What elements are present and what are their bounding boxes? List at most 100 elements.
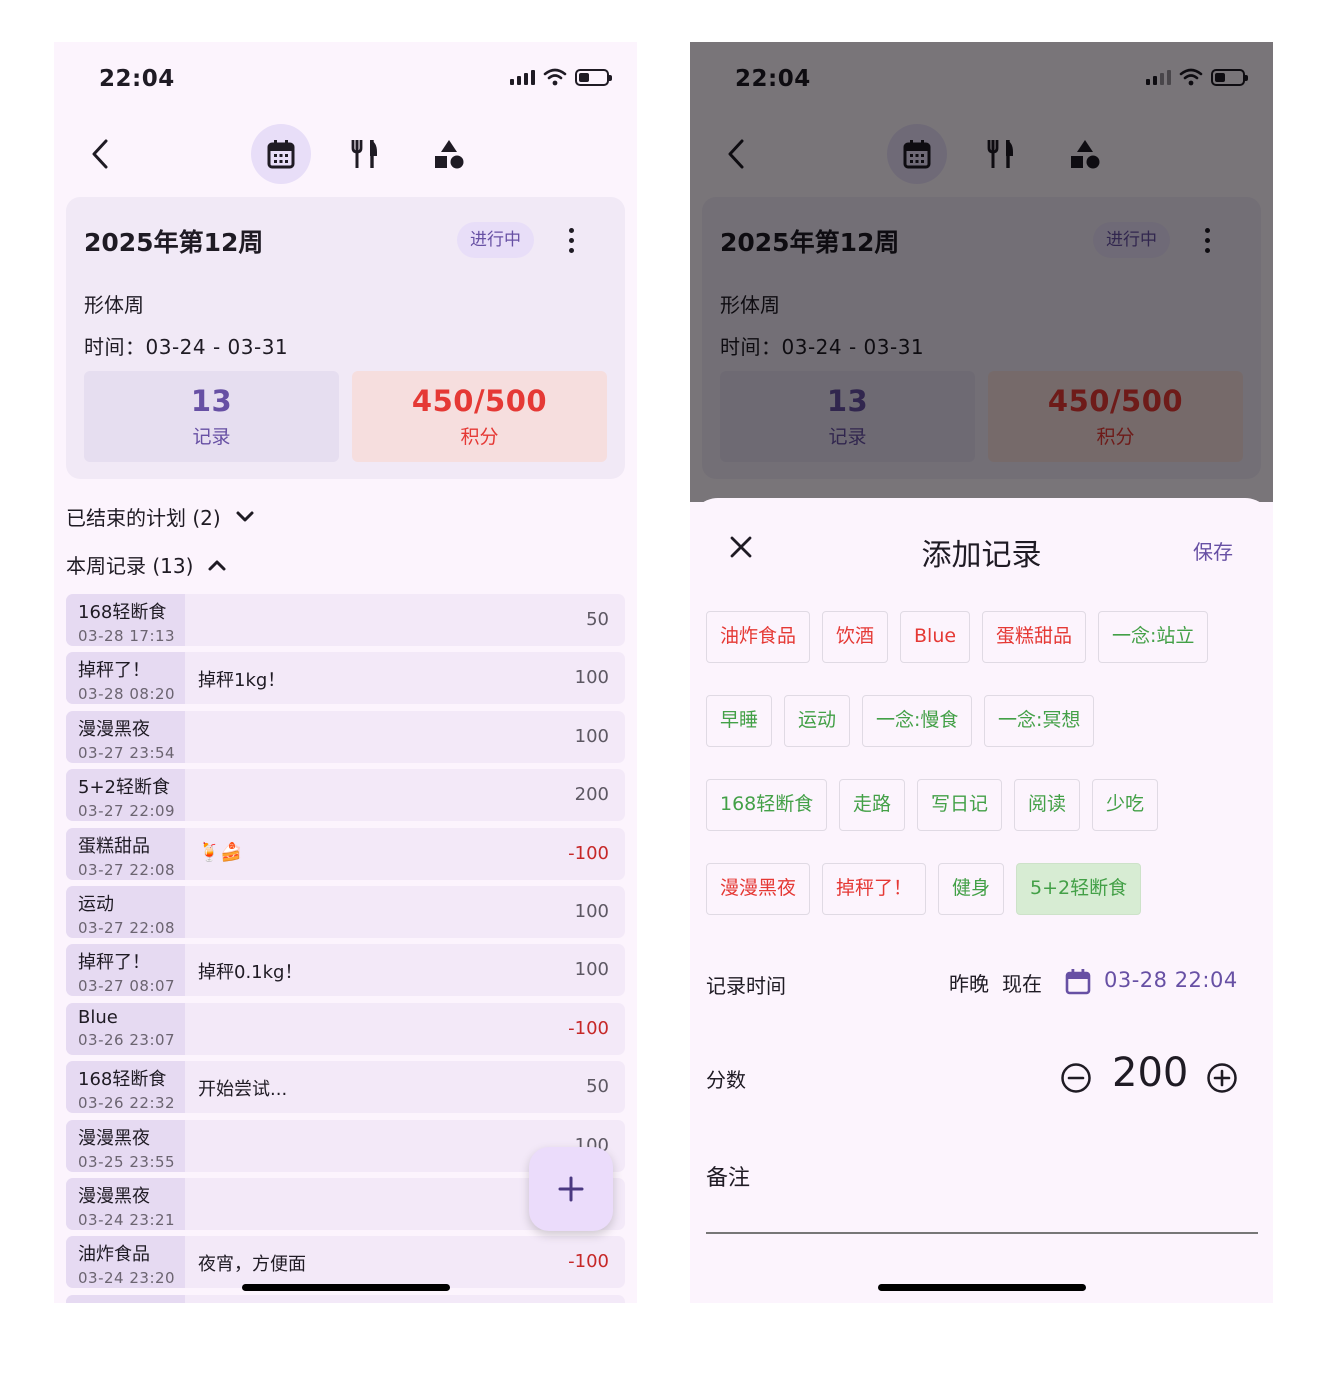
record-score: -100 — [568, 1017, 609, 1039]
add-record-fab[interactable] — [529, 1147, 613, 1231]
record-row[interactable]: 油炸食品 — [66, 1294, 625, 1304]
record-score: 50 — [586, 609, 609, 630]
modal-scrim[interactable] — [690, 42, 1273, 502]
tag-chip[interactable]: 漫漫黑夜 — [706, 863, 811, 915]
record-row[interactable]: 掉秤了！ 03-27 08:07 掉秤0.1kg！ 100 — [66, 944, 625, 997]
chevron-left-icon — [92, 139, 108, 169]
record-meta: 运动 03-27 22:08 — [66, 886, 185, 938]
phone-screen-add-record: 22:04 2025年第12周 进行中 形体周 时间：03-24 - 03-31… — [690, 42, 1273, 1303]
tag-chip[interactable]: 油炸食品 — [706, 611, 811, 663]
record-score: 100 — [574, 901, 609, 922]
record-time: 03-28 08:20 — [78, 685, 176, 704]
status-badge: 进行中 — [457, 222, 534, 258]
tag-chip[interactable]: 一念:站立 — [1098, 611, 1209, 663]
shapes-icon — [435, 140, 464, 169]
record-name: 油炸食品 — [78, 1244, 150, 1266]
record-meta: 168轻断食 03-28 17:13 — [66, 594, 185, 646]
record-name: 168轻断食 — [78, 602, 167, 623]
record-meta: 油炸食品 03-24 23:20 — [66, 1236, 185, 1289]
chevron-down-icon — [236, 511, 254, 521]
tab-restaurant[interactable] — [335, 124, 395, 184]
record-score: 100 — [574, 667, 609, 689]
home-indicator — [878, 1284, 1086, 1291]
record-row[interactable]: 油炸食品 03-24 23:20 夜宵，方便面 -100 — [66, 1236, 625, 1289]
minus-circle-icon[interactable] — [1060, 1062, 1092, 1094]
record-note: 夜宵，方便面 — [198, 1254, 306, 1276]
tag-chip[interactable]: 健身 — [938, 863, 1005, 915]
record-score: -100 — [568, 842, 609, 864]
record-score: 200 — [574, 784, 609, 806]
record-note: 开始尝试... — [198, 1079, 288, 1101]
record-time: 03-24 23:20 — [78, 1269, 176, 1288]
tag-chip[interactable]: 饮酒 — [822, 611, 889, 663]
record-meta: 168轻断食 03-26 22:32 — [66, 1061, 185, 1114]
tag-chip[interactable]: 少吃 — [1092, 779, 1159, 831]
tab-categories[interactable] — [419, 124, 479, 184]
records-count-label: 记录 — [192, 426, 231, 448]
records-count-stat: 13 记录 — [84, 371, 339, 462]
week-card[interactable]: 2025年第12周 进行中 形体周 时间：03-24 - 03-31 13 记录… — [66, 197, 625, 479]
tag-chip[interactable]: 蛋糕甜品 — [982, 611, 1087, 663]
tag-chip[interactable]: 一念:慢食 — [862, 695, 973, 747]
record-time: 03-27 22:09 — [78, 802, 176, 821]
record-name: 漫漫黑夜 — [78, 1186, 150, 1207]
top-nav — [54, 124, 637, 184]
this-week-records-toggle[interactable]: 本周记录 (13) — [66, 550, 227, 579]
home-indicator — [242, 1284, 450, 1291]
time-option-last-night[interactable]: 昨晚 — [949, 968, 989, 997]
back-button[interactable] — [82, 136, 118, 172]
status-time: 22:04 — [99, 66, 175, 92]
record-name: 蛋糕甜品 — [78, 835, 150, 857]
tag-chip[interactable]: 5+2轻断食 — [1016, 863, 1142, 915]
tag-chip[interactable]: 阅读 — [1014, 779, 1081, 831]
week-title: 2025年第12周 — [84, 228, 264, 257]
record-meta: 漫漫黑夜 03-24 23:21 — [66, 1178, 185, 1230]
record-row[interactable]: Blue 03-26 23:07 -100 — [66, 1002, 625, 1055]
more-options-button[interactable] — [556, 223, 586, 257]
time-option-now[interactable]: 现在 — [1002, 968, 1042, 997]
record-meta: 蛋糕甜品 03-27 22:08 — [66, 827, 185, 880]
record-time-label: 记录时间 — [706, 974, 786, 998]
plus-circle-icon[interactable] — [1206, 1062, 1238, 1094]
tag-chip[interactable]: 掉秤了！ — [822, 863, 927, 915]
record-time: 03-27 23:54 — [78, 743, 176, 762]
week-date-range: 时间：03-24 - 03-31 — [84, 335, 289, 359]
record-score: 100 — [574, 725, 609, 747]
record-name: 掉秤了！ — [78, 660, 150, 682]
sheet-title: 添加记录 — [921, 538, 1042, 573]
record-note: 掉秤0.1kg！ — [198, 962, 303, 984]
note-input-underline[interactable] — [706, 1232, 1258, 1234]
record-name: 168轻断食 — [78, 1069, 167, 1091]
record-row[interactable]: 168轻断食 03-28 17:13 50 — [66, 594, 625, 646]
record-row[interactable]: 运动 03-27 22:08 100 — [66, 886, 625, 938]
record-row[interactable]: 5+2轻断食 03-27 22:09 200 — [66, 769, 625, 822]
record-time: 03-24 23:21 — [78, 1211, 176, 1229]
record-time: 03-27 22:08 — [78, 919, 176, 937]
record-name: Blue — [78, 1006, 118, 1028]
record-name: 油炸食品 — [78, 1299, 185, 1304]
calendar-icon[interactable] — [1065, 968, 1091, 996]
save-button[interactable]: 保存 — [1193, 536, 1233, 565]
record-row[interactable]: 漫漫黑夜 03-27 23:54 100 — [66, 710, 625, 763]
record-row[interactable]: 蛋糕甜品 03-27 22:08 🍹🍰 -100 — [66, 827, 625, 880]
record-row[interactable]: 掉秤了！ 03-28 08:20 掉秤1kg！ 100 — [66, 652, 625, 705]
record-score: 100 — [574, 959, 609, 981]
record-date-value[interactable]: 03-28 22:04 — [1104, 968, 1238, 992]
record-row[interactable]: 168轻断食 03-26 22:32 开始尝试... 50 — [66, 1061, 625, 1114]
tag-chip[interactable]: 168轻断食 — [706, 779, 828, 831]
chevron-up-icon — [208, 560, 226, 570]
tag-chip[interactable]: 走路 — [839, 779, 906, 831]
tag-chip[interactable]: 运动 — [784, 695, 851, 747]
ended-plans-toggle[interactable]: 已结束的计划 (2) — [66, 502, 255, 531]
plus-icon — [558, 1176, 584, 1202]
record-score: 50 — [586, 1076, 609, 1098]
tag-chip[interactable]: Blue — [900, 611, 971, 663]
record-meta: 掉秤了！ 03-28 08:20 — [66, 652, 185, 705]
tag-chip[interactable]: 写日记 — [917, 779, 1003, 831]
record-name: 漫漫黑夜 — [78, 718, 150, 740]
tag-chip[interactable]: 一念:冥想 — [984, 695, 1095, 747]
tab-calendar[interactable] — [251, 124, 311, 184]
status-bar: 22:04 — [54, 42, 637, 122]
tag-chip[interactable]: 早睡 — [706, 695, 773, 747]
record-name: 掉秤了！ — [78, 952, 150, 974]
